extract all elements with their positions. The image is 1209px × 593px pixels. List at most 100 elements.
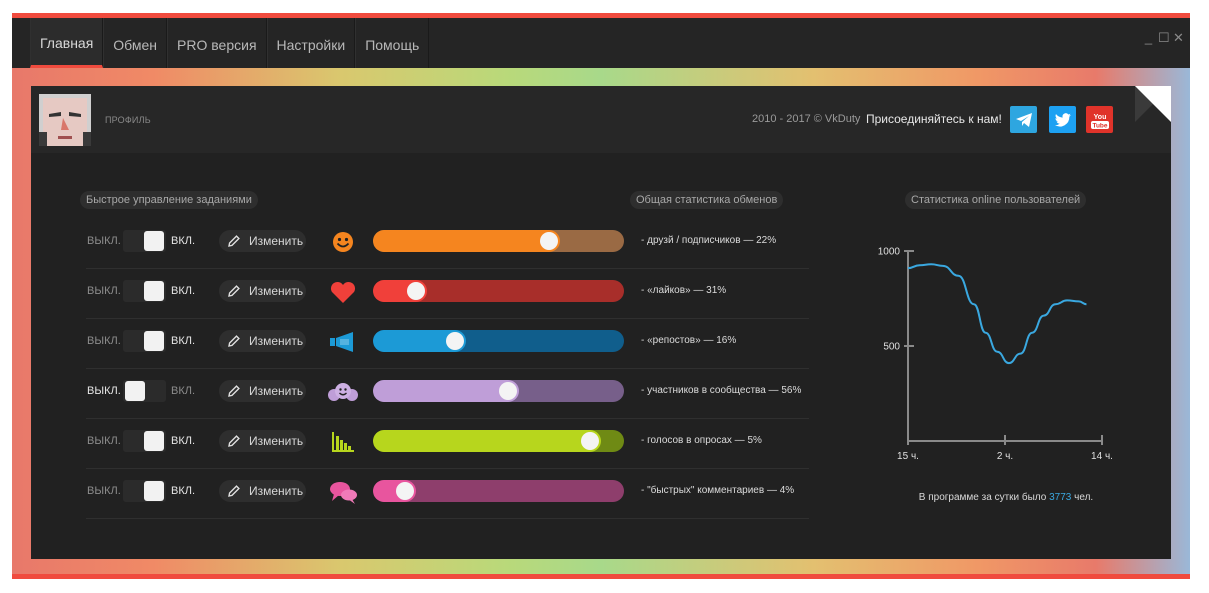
slider-thumb[interactable] (407, 282, 426, 300)
edit-button[interactable]: Изменить (219, 330, 306, 352)
pencil-icon (228, 335, 240, 347)
task-row-3: ВЫКЛ. ВКЛ. Изменить - «репостов» — 16% (86, 318, 809, 369)
x-tick-label-3: 14 ч. (1091, 451, 1113, 462)
profile-header: ПРОФИЛЬ 2010 - 2017 © VkDuty Присоединяй… (31, 86, 1171, 153)
task-stat: - «лайков» — 31% (641, 285, 727, 296)
corner-fold-cutout (1135, 86, 1171, 122)
title-bar: Главная Обмен PRO версия Настройки Помощ… (12, 18, 1190, 68)
on-label: ВКЛ. (171, 235, 196, 247)
y-tick-label-2: 500 (883, 342, 900, 353)
slider-fill (373, 230, 560, 252)
task-slider[interactable] (373, 280, 624, 302)
task-slider[interactable] (373, 380, 624, 402)
svg-text:You: You (1093, 114, 1106, 121)
toggle-knob (144, 431, 164, 451)
tab-exchange[interactable]: Обмен (103, 18, 168, 68)
toggle-knob (144, 231, 164, 251)
toggle-knob (144, 331, 164, 351)
toggle-knob (144, 281, 164, 301)
online-summary: В программе за сутки было 3773 чел. (891, 492, 1121, 503)
profile-label[interactable]: ПРОФИЛЬ (105, 115, 151, 125)
minimize-icon[interactable]: _ (1143, 30, 1154, 46)
close-icon[interactable]: ✕ (1173, 30, 1184, 46)
maximize-icon[interactable]: ☐ (1158, 30, 1170, 46)
online-count: 3773 (1049, 492, 1072, 503)
slider-thumb[interactable] (539, 232, 558, 250)
youtube-icon: You Tube (1090, 114, 1109, 129)
task-slider[interactable] (373, 430, 624, 452)
off-label: ВЫКЛ. (87, 285, 121, 297)
tab-help[interactable]: Помощь (355, 18, 430, 68)
smiley-icon (326, 228, 360, 256)
on-label: ВКЛ. (171, 435, 196, 447)
online-stats-title: Статистика online пользователей (905, 191, 1087, 209)
edit-button[interactable]: Изменить (219, 480, 306, 502)
twitter-button[interactable] (1049, 106, 1076, 133)
on-label: ВКЛ. (171, 285, 196, 297)
off-label: ВЫКЛ. (87, 435, 121, 447)
task-slider[interactable] (373, 230, 624, 252)
task-row-1: ВЫКЛ. ВКЛ. Изменить - друзй / подписчико… (86, 218, 809, 269)
edit-button[interactable]: Изменить (219, 280, 306, 302)
avatar[interactable] (39, 94, 91, 146)
edit-label: Изменить (249, 384, 304, 398)
main-panel: ПРОФИЛЬ 2010 - 2017 © VkDuty Присоединяй… (31, 86, 1171, 559)
pencil-icon (228, 285, 240, 297)
task-toggle[interactable] (123, 430, 166, 452)
task-toggle[interactable] (123, 230, 166, 252)
task-slider[interactable] (373, 480, 624, 502)
exchange-stats-title: Общая статистика обменов (630, 191, 784, 209)
task-stat: - «репостов» — 16% (641, 335, 737, 346)
heart-icon (326, 278, 360, 306)
on-label: ВКЛ. (171, 385, 196, 397)
slider-thumb[interactable] (395, 482, 414, 500)
bar-chart-icon (326, 428, 360, 456)
edit-label: Изменить (249, 234, 304, 248)
window-controls: _ ☐ ✕ (1143, 30, 1184, 46)
task-row-2: ВЫКЛ. ВКЛ. Изменить - «лайков» — 31% (86, 268, 809, 319)
telegram-button[interactable] (1010, 106, 1037, 133)
task-toggle[interactable] (123, 380, 166, 402)
edit-label: Изменить (249, 334, 304, 348)
task-stat: - "быстрых" комментариев — 4% (641, 485, 795, 496)
edit-button[interactable]: Изменить (219, 230, 306, 252)
tab-settings[interactable]: Настройки (266, 18, 356, 68)
group-icon (326, 378, 360, 406)
youtube-button[interactable]: You Tube (1086, 106, 1113, 133)
task-row-6: ВЫКЛ. ВКЛ. Изменить - "быстрых" коммента… (86, 468, 809, 519)
pencil-icon (228, 235, 240, 247)
pencil-icon (228, 485, 240, 497)
slider-thumb[interactable] (581, 432, 600, 450)
edit-label: Изменить (249, 484, 304, 498)
megaphone-icon (326, 328, 360, 356)
join-us-text: Присоединяйтесь к нам! (866, 112, 1002, 126)
task-stat: - друзй / подписчиков — 22% (641, 235, 777, 246)
off-label: ВЫКЛ. (87, 235, 121, 247)
tab-main[interactable]: Главная (30, 18, 104, 68)
twitter-icon (1054, 112, 1071, 126)
task-toggle[interactable] (123, 480, 166, 502)
toggle-knob (144, 481, 164, 501)
online-users-line (907, 263, 1087, 365)
edit-button[interactable]: Изменить (219, 430, 306, 452)
off-label: ВЫКЛ. (87, 385, 121, 397)
on-label: ВКЛ. (171, 485, 196, 497)
edit-button[interactable]: Изменить (219, 380, 306, 402)
tab-pro[interactable]: PRO версия (167, 18, 267, 68)
task-slider[interactable] (373, 330, 624, 352)
online-note-prefix: В программе за сутки было (918, 492, 1047, 503)
chat-bubbles-icon (326, 478, 360, 506)
pencil-icon (228, 435, 240, 447)
edit-label: Изменить (249, 284, 304, 298)
y-tick-label-1: 1000 (878, 247, 901, 258)
slider-thumb[interactable] (498, 382, 517, 400)
task-toggle[interactable] (123, 280, 166, 302)
slider-thumb[interactable] (445, 332, 464, 350)
on-label: ВКЛ. (171, 335, 196, 347)
svg-text:Tube: Tube (1092, 122, 1107, 129)
x-tick-label-2: 2 ч. (997, 451, 1013, 462)
online-note-suffix: чел. (1074, 492, 1094, 503)
pencil-icon (228, 385, 240, 397)
task-toggle[interactable] (123, 330, 166, 352)
main-nav: Главная Обмен PRO версия Настройки Помощ… (30, 18, 430, 68)
